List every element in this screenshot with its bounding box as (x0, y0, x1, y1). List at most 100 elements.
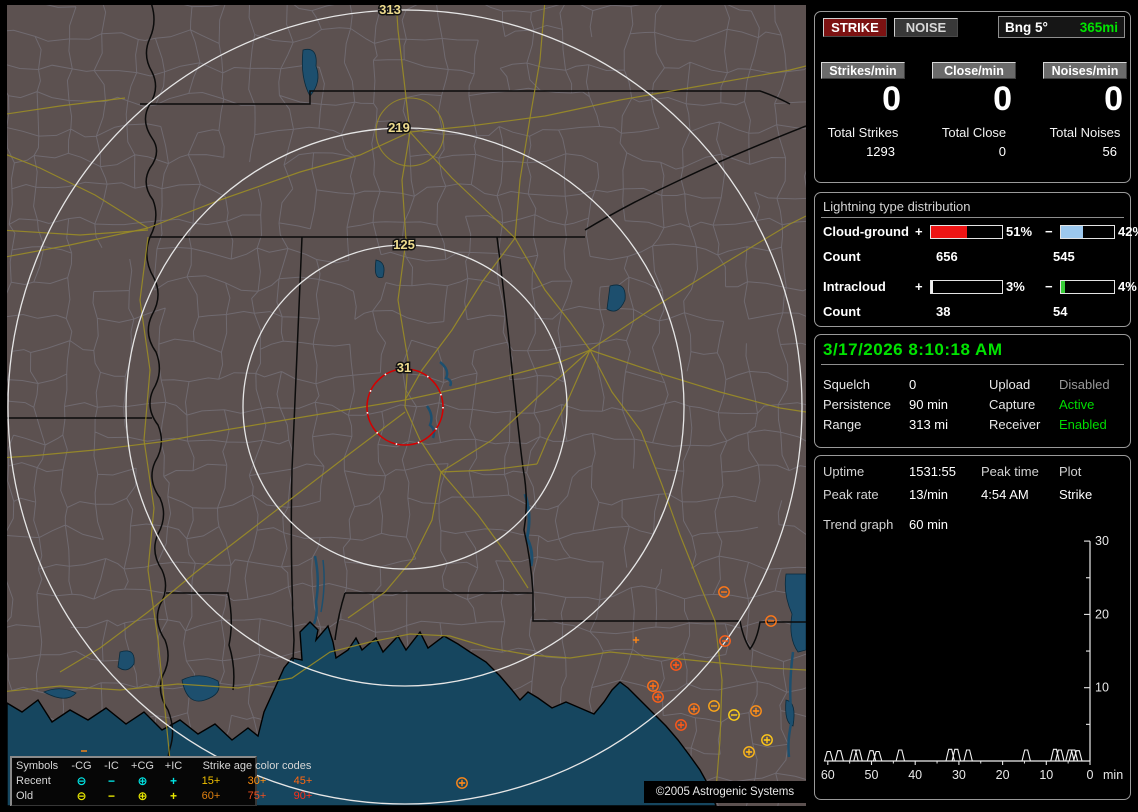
ic-negative-count: 54 (1053, 304, 1068, 319)
datetime-display: 3/17/2026 8:10:18 AM (823, 340, 1003, 359)
cg-positive-pct: 51% (1006, 224, 1033, 239)
strike-mode-button[interactable]: STRIKE (823, 18, 887, 37)
uptime-label: Uptime (823, 464, 865, 479)
total-close-label: Total Close (941, 125, 1007, 140)
range-label: Range (823, 417, 862, 432)
legend-recent-row: Recent ⊖ − ⊕ + 15+ 30+ 45+ (16, 774, 312, 789)
ic-negative-bar (1060, 279, 1115, 294)
legend-cg-neg-label: -CG (71, 760, 92, 772)
trend-x-unit-label: min (1103, 768, 1123, 782)
map-canvas: 313 219 125 31 (7, 5, 806, 806)
trend-x-tick-label: 40 (908, 768, 922, 782)
noises-per-min-value: 0 (1104, 80, 1123, 118)
lake (117, 650, 135, 671)
intracloud-row: Intracloud + 3% − 4% (823, 279, 1138, 294)
peak-time-label: Peak time (981, 464, 1039, 479)
trend-x-tick-label: 30 (952, 768, 966, 782)
cg-count-label: Count (823, 249, 861, 264)
total-strikes-value: 1293 (866, 144, 895, 159)
receiver-label: Receiver (989, 417, 1041, 432)
trend-y-tick-label: 10 (1095, 681, 1109, 695)
trend-strike-rate-series (823, 748, 1090, 762)
capture-status: Active (1059, 397, 1095, 412)
distribution-title: Lightning type distribution (823, 199, 971, 214)
old-ic-pos-icon: + (169, 789, 177, 803)
cloud-ground-row: Cloud-ground + 51% − 42% (823, 224, 1138, 239)
age-60: 60+ (201, 790, 221, 802)
status-box: 3/17/2026 8:10:18 AM Squelch 0 Upload Di… (814, 334, 1131, 448)
capture-label: Capture (989, 397, 1036, 412)
recent-ic-pos-icon: + (169, 774, 177, 788)
peak-rate-label: Peak rate (823, 487, 879, 502)
strikes-counter-column: Strikes/min 0 Total Strikes 1293 (817, 62, 909, 177)
plot-value: Strike (1059, 487, 1093, 502)
trend-window-value: 60 min (909, 517, 949, 532)
datetime-divider (821, 364, 1124, 365)
strikes-per-min-value: 0 (882, 80, 901, 118)
legend-symbols-label: Symbols (16, 760, 59, 772)
ic-negative-pct: 4% (1118, 279, 1137, 294)
cg-positive-count: 656 (936, 249, 958, 264)
age-15: 15+ (201, 775, 221, 787)
age-90: 90+ (293, 790, 313, 802)
noises-counter-column: Noises/min 0 Total Noises 56 (1039, 62, 1131, 177)
cg-negative-count: 545 (1053, 249, 1075, 264)
cloud-ground-label: Cloud-ground (823, 224, 909, 239)
intracloud-label: Intracloud (823, 279, 886, 294)
trend-y-tick-label: 30 (1095, 534, 1109, 548)
plus-sign: + (915, 224, 923, 239)
strikes-per-min-button[interactable]: Strikes/min (821, 62, 905, 79)
control-panel: STRIKE NOISE Bng 5° 365mi Strikes/min 0 … (814, 0, 1138, 812)
session-trend-box: Uptime 1531:55 Peak time Plot Peak rate … (814, 455, 1131, 800)
trend-y-tick-label: 20 (1095, 607, 1109, 621)
legend-age-title: Strike age color codes (202, 760, 312, 772)
total-close-value: 0 (998, 144, 1006, 159)
peak-rate-value: 13/min (909, 487, 949, 502)
legend-header-row: Symbols -CG -IC +CG +IC Strike age color… (16, 759, 311, 774)
plus-sign: + (915, 279, 923, 294)
legend-ic-neg-label: -IC (104, 760, 119, 772)
noises-per-min-button[interactable]: Noises/min (1043, 62, 1127, 79)
legend-recent-label: Recent (16, 775, 51, 787)
plot-label: Plot (1059, 464, 1082, 479)
upload-status: Disabled (1059, 377, 1110, 392)
persistence-label: Persistence (823, 397, 891, 412)
trend-x-tick-label: 10 (1039, 768, 1053, 782)
age-75: 75+ (247, 790, 267, 802)
legend-old-row: Old ⊖ − ⊕ + 60+ 75+ 90+ (16, 789, 312, 804)
bearing-value: Bng 5° (1005, 19, 1048, 35)
recent-cg-neg-icon: ⊖ (76, 774, 87, 788)
persistence-value: 90 min (909, 397, 949, 412)
trend-x-tick-label: 0 (1087, 768, 1094, 782)
recent-ic-neg-icon: − (107, 774, 115, 788)
old-cg-pos-icon: ⊕ (137, 789, 148, 803)
range-value: 365mi (1079, 19, 1118, 35)
close-per-min-value: 0 (993, 80, 1012, 118)
lightning-distribution-box: Lightning type distribution Cloud-ground… (814, 192, 1138, 327)
minus-sign: − (1045, 224, 1053, 239)
ring-label-219: 219 (388, 120, 410, 135)
squelch-value: 0 (909, 377, 917, 392)
old-ic-neg-icon: − (107, 789, 115, 803)
upload-label: Upload (989, 377, 1031, 392)
recent-cg-pos-icon: ⊕ (137, 774, 148, 788)
old-cg-neg-icon: ⊖ (76, 789, 87, 803)
ring-label-125: 125 (393, 237, 415, 252)
close-per-min-button[interactable]: Close/min (932, 62, 1016, 79)
total-strikes-label: Total Strikes (827, 125, 899, 140)
ic-positive-pct: 3% (1006, 279, 1025, 294)
age-45: 45+ (293, 775, 313, 787)
map-legend: Symbols -CG -IC +CG +IC Strike age color… (10, 756, 312, 806)
lightning-map[interactable]: 313 219 125 31 Symbols -CG -IC +CG +IC Stri… (7, 5, 806, 806)
app-window: { "map": { "colors": {"land":"#5c5150","… (0, 0, 1138, 812)
close-counter-column: Close/min 0 Total Close 0 (928, 62, 1020, 177)
cg-positive-bar (930, 224, 1003, 239)
distribution-divider (821, 217, 1124, 218)
minus-sign: − (1045, 279, 1053, 294)
strike-counters-box: STRIKE NOISE Bng 5° 365mi Strikes/min 0 … (814, 11, 1131, 183)
noise-mode-button[interactable]: NOISE (894, 18, 958, 37)
trend-x-tick-label: 20 (996, 768, 1010, 782)
ring-label-313: 313 (379, 5, 401, 17)
legend-ic-pos-label: +IC (164, 760, 183, 772)
receiver-status: Enabled (1059, 417, 1107, 432)
